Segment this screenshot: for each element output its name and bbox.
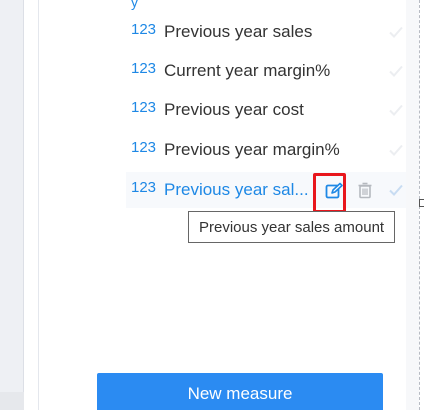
left-panel-corner <box>0 392 24 410</box>
field-item-current-year-margin[interactable]: 123 Current year margin% <box>126 53 406 89</box>
numeric-type-badge: 123 <box>131 138 157 156</box>
tooltip-text: Previous year sales amount <box>199 218 385 236</box>
field-item-previous-year-sales[interactable]: 123 Previous year sales <box>126 14 406 50</box>
new-measure-button[interactable]: New measure <box>97 373 383 410</box>
field-name: Previous year sal... <box>164 180 309 199</box>
field-name: Previous year cost <box>164 100 304 119</box>
check-icon[interactable] <box>388 102 404 118</box>
check-icon[interactable] <box>388 182 404 198</box>
numeric-type-badge: 123 <box>131 98 157 116</box>
numeric-type-badge: 123 <box>131 178 157 196</box>
panel-divider <box>38 0 39 410</box>
check-icon[interactable] <box>388 63 404 79</box>
field-tooltip: Previous year sales amount <box>188 211 396 243</box>
field-name: Previous year margin% <box>164 140 340 159</box>
field-item-previous-year-margin[interactable]: 123 Previous year margin% <box>126 132 406 168</box>
check-icon[interactable] <box>388 142 404 158</box>
field-item-previous-year-cost[interactable]: 123 Previous year cost <box>126 92 406 128</box>
numeric-type-badge: 123 <box>131 59 157 77</box>
edit-button-highlight <box>313 173 346 213</box>
left-panel-edge <box>0 0 24 410</box>
numeric-type-badge: 123 <box>131 20 157 38</box>
check-icon[interactable] <box>388 24 404 40</box>
trash-icon[interactable] <box>357 181 373 199</box>
field-name: Current year margin% <box>164 61 331 80</box>
field-name: Previous year sales <box>164 22 313 41</box>
panel-scroll-gutter <box>406 0 419 410</box>
resize-handle[interactable] <box>419 199 424 207</box>
partially-visible-item-glyph: y <box>131 0 138 10</box>
